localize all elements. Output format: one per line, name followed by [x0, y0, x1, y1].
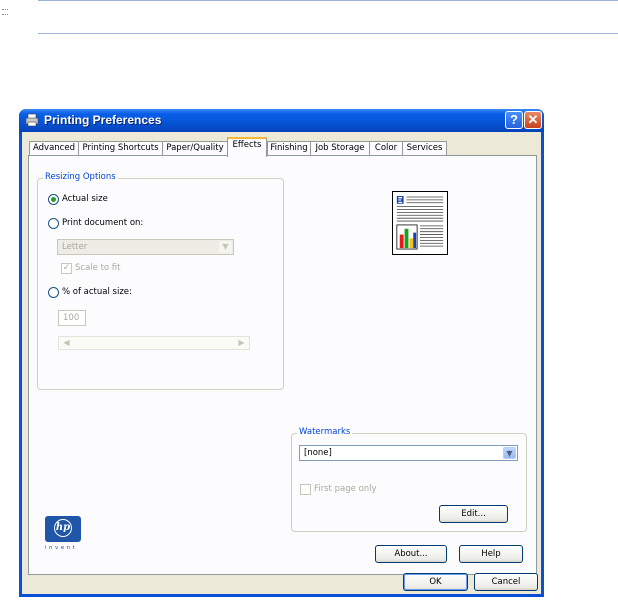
scroll-left-icon[interactable]: ◀: [60, 337, 73, 349]
tab-printing-shortcuts[interactable]: Printing Shortcuts: [78, 141, 163, 155]
resizing-options-group: Resizing Options Actual size Print docum…: [37, 172, 284, 390]
close-icon[interactable]: ✕: [524, 111, 542, 129]
second-rule: [38, 33, 618, 34]
percent-slider[interactable]: ◀ ▶: [58, 336, 250, 350]
tab-paper-quality[interactable]: Paper/Quality: [162, 141, 228, 155]
about-button[interactable]: About...: [375, 545, 447, 563]
help-icon[interactable]: ?: [505, 111, 523, 129]
paper-size-value: Letter: [62, 242, 88, 252]
scale-to-fit-checkbox[interactable]: ✓: [61, 263, 72, 274]
hp-invent-tagline: invent: [45, 545, 78, 551]
effects-panel: Resizing Options Actual size Print docum…: [28, 155, 537, 575]
watermarks-group: Watermarks [none] ▼ First page only Edit…: [291, 427, 527, 532]
percent-value-input[interactable]: 100: [58, 310, 86, 326]
first-page-only-label: First page only: [314, 484, 377, 494]
dialog-client: Advanced Printing Shortcuts Paper/Qualit…: [22, 132, 541, 594]
top-rule: [38, 0, 618, 1]
watermarks-legend: Watermarks: [297, 427, 353, 437]
watermark-value: [none]: [304, 448, 332, 458]
actual-size-radio[interactable]: [48, 194, 59, 205]
tab-services[interactable]: Services: [402, 141, 447, 155]
chevron-down-icon: ▼: [219, 241, 232, 253]
window-title: Printing Preferences: [44, 113, 162, 127]
tab-job-storage[interactable]: Job Storage: [310, 141, 370, 155]
chevron-down-icon: ▼: [503, 447, 516, 459]
tab-effects[interactable]: Effects: [227, 137, 267, 157]
page-preview-icon: [392, 191, 448, 255]
tab-color[interactable]: Color: [369, 141, 403, 155]
tab-finishing[interactable]: Finishing: [267, 141, 311, 155]
cancel-button[interactable]: Cancel: [474, 573, 538, 591]
percent-actual-size-radio[interactable]: [48, 287, 59, 298]
print-document-on-label: Print document on:: [62, 218, 144, 228]
first-page-only-checkbox[interactable]: [300, 484, 311, 495]
printer-icon: [25, 113, 39, 127]
scale-to-fit-label: Scale to fit: [75, 263, 121, 273]
hp-logo-mark: hp: [54, 519, 72, 537]
print-document-on-radio[interactable]: [48, 218, 59, 229]
printing-preferences-dialog: Printing Preferences ? ✕ Advanced Printi…: [19, 109, 544, 597]
ok-button[interactable]: OK: [403, 573, 468, 591]
corner-marker: [2, 9, 8, 15]
tab-advanced[interactable]: Advanced: [29, 141, 79, 155]
scroll-right-icon[interactable]: ▶: [235, 337, 248, 349]
watermark-select[interactable]: [none] ▼: [299, 445, 518, 461]
percent-actual-size-label: % of actual size:: [62, 287, 132, 297]
help-button[interactable]: Help: [459, 545, 523, 563]
hp-logo: hp: [45, 516, 81, 542]
title-bar[interactable]: Printing Preferences ? ✕: [19, 109, 544, 132]
resizing-options-legend: Resizing Options: [43, 172, 118, 182]
actual-size-label: Actual size: [62, 194, 108, 204]
paper-size-select[interactable]: Letter ▼: [57, 239, 234, 255]
edit-watermark-button[interactable]: Edit...: [439, 505, 508, 523]
